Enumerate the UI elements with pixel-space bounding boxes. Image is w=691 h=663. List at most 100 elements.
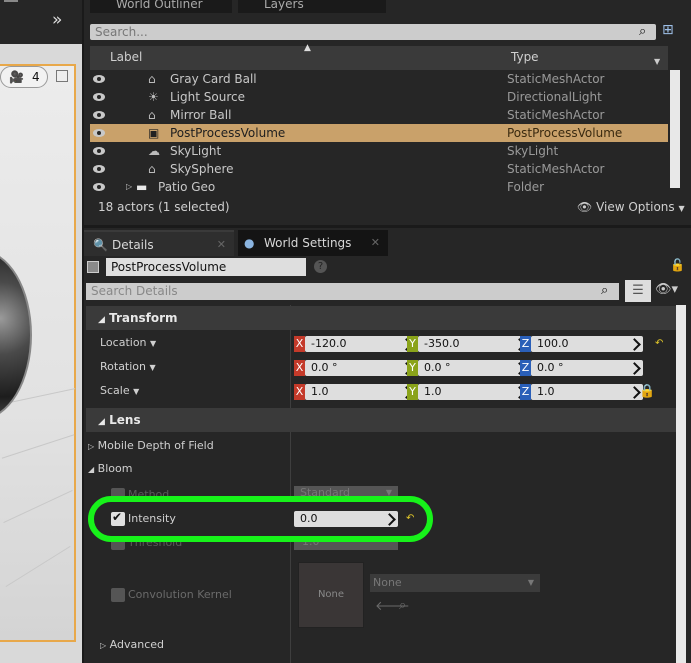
visibility-eye-icon[interactable] <box>93 183 105 191</box>
close-icon[interactable]: ✕ <box>371 230 380 256</box>
rotation-x-field[interactable]: 0.0 ° <box>305 360 415 376</box>
outliner-row[interactable]: ⌂ Mirror Ball StaticMeshActor <box>90 106 668 124</box>
axis-x-label: X <box>294 336 305 352</box>
outliner-row[interactable]: ⌂ Gray Card Ball StaticMeshActor <box>90 70 668 88</box>
outliner-row-type: StaticMeshActor <box>507 162 605 176</box>
sort-ascending-icon: ▲ <box>304 43 311 53</box>
static-mesh-icon: ⌂ <box>148 162 156 176</box>
visibility-eye-icon[interactable] <box>93 147 105 155</box>
tab-details[interactable]: 🔍 Details ✕ <box>84 230 234 256</box>
eye-icon[interactable]: 👁▾ <box>655 282 678 297</box>
intensity-override-checkbox[interactable] <box>111 510 125 526</box>
floor-grid-line <box>3 489 73 524</box>
expand-arrow-icon[interactable]: ▷ <box>126 178 132 196</box>
expand-arrow-icon: ▷ <box>88 442 95 451</box>
convolution-kernel-dropdown[interactable]: None ▼ <box>370 574 540 592</box>
mobile-depth-of-field-group[interactable]: ▷ Mobile Depth of Field <box>88 439 214 452</box>
outliner-scrollbar[interactable] <box>670 70 680 188</box>
level-viewport[interactable]: » 🎥 4 <box>0 0 82 663</box>
tab-world-outliner-label: World Outliner <box>116 0 203 11</box>
convolution-kernel-thumbnail[interactable]: None <box>298 562 364 628</box>
tab-world-outliner[interactable]: World Outliner <box>90 0 232 13</box>
outliner-row[interactable]: ☀ Light Source DirectionalLight <box>90 88 668 106</box>
post-process-volume-icon: ▣ <box>148 126 160 140</box>
outliner-row-type: PostProcessVolume <box>507 126 623 140</box>
outliner-row[interactable]: ▷ ▬ Patio Geo Folder <box>90 178 668 196</box>
tab-layers[interactable]: Layers <box>238 0 386 13</box>
scale-y-field[interactable]: 1.0 <box>418 384 528 400</box>
folder-icon: ▬ <box>136 180 148 194</box>
visibility-eye-icon[interactable] <box>93 93 105 101</box>
advanced-group[interactable]: ▷ Advanced <box>100 638 164 651</box>
static-mesh-icon: ⌂ <box>148 108 156 122</box>
lock-scale-icon[interactable]: 🔒 <box>639 384 655 399</box>
outliner-row-type: StaticMeshActor <box>507 108 605 122</box>
actor-class-icon <box>87 261 99 273</box>
column-dropdown-icon[interactable]: ▼ <box>654 57 660 66</box>
scale-label[interactable]: Scale ▼ <box>100 384 139 397</box>
tab-world-settings[interactable]: ● World Settings ✕ <box>238 230 388 256</box>
property-matrix-icon[interactable]: ☰ <box>625 280 651 302</box>
lens-section-header[interactable]: ◢ Lens <box>86 408 676 432</box>
rotation-y-field[interactable]: 0.0 ° <box>418 360 528 376</box>
close-icon[interactable]: ✕ <box>217 232 226 258</box>
browse-asset-search-icon[interactable]: ⌕ <box>399 598 406 613</box>
convolution-kernel-label: Convolution Kernel <box>128 588 232 601</box>
add-folder-icon[interactable]: ⊞ <box>662 22 674 38</box>
visibility-eye-icon[interactable] <box>93 165 105 173</box>
view-options-button[interactable]: 👁 View Options ▼ <box>577 200 685 214</box>
search-details-input[interactable]: Search Details <box>86 283 619 300</box>
outliner-row-type: SkyLight <box>507 144 559 158</box>
column-divider[interactable] <box>290 305 291 663</box>
chevron-down-icon: ▼ <box>527 578 534 587</box>
scale-z-field[interactable]: 1.0 <box>531 384 643 400</box>
expand-arrow-icon: ▷ <box>100 641 107 650</box>
convolution-kernel-override-checkbox[interactable] <box>111 588 125 602</box>
axis-y-label: Y <box>407 384 418 400</box>
location-y-field[interactable]: -350.0 <box>418 336 528 352</box>
search-icon: ⌕ <box>601 283 609 298</box>
intensity-field[interactable]: 0.0 <box>294 511 398 527</box>
outliner-row-type: DirectionalLight <box>507 90 602 104</box>
column-type-header[interactable]: Type <box>511 50 539 64</box>
location-label[interactable]: Location ▼ <box>100 336 156 349</box>
outliner-row[interactable]: ⌂ SkySphere StaticMeshActor <box>90 160 668 178</box>
scale-x-field[interactable]: 1.0 <box>305 384 415 400</box>
lens-title: Lens <box>109 413 141 427</box>
outliner-row[interactable]: ☁ SkyLight SkyLight <box>90 142 668 160</box>
location-z-field[interactable]: 100.0 <box>531 336 643 352</box>
visibility-eye-icon[interactable] <box>93 129 105 137</box>
column-label-header[interactable]: Label <box>110 50 142 64</box>
rotation-label[interactable]: Rotation ▼ <box>100 360 156 373</box>
details-scrollbar[interactable] <box>676 305 686 663</box>
axis-x-label: X <box>294 360 305 376</box>
reset-to-default-icon[interactable]: ↶ <box>406 513 414 524</box>
reset-to-default-icon[interactable]: ↶ <box>655 338 663 349</box>
location-x-field[interactable]: -120.0 <box>305 336 415 352</box>
maximize-viewport-icon[interactable] <box>56 70 68 82</box>
tab-details-label: Details <box>112 238 154 252</box>
help-icon[interactable]: ? <box>314 260 327 273</box>
advanced-label: Advanced <box>109 638 164 651</box>
visibility-eye-icon[interactable] <box>93 111 105 119</box>
bloom-group[interactable]: ◢ Bloom <box>88 462 132 475</box>
axis-z-label: Z <box>520 336 531 352</box>
visibility-eye-icon[interactable] <box>93 75 105 83</box>
rotation-z-field[interactable]: 0.0 ° <box>531 360 643 376</box>
actor-name-field[interactable]: PostProcessVolume <box>106 258 306 276</box>
outliner-row-label: Gray Card Ball <box>170 72 257 86</box>
location-label-text: Location <box>100 336 147 349</box>
transform-section-header[interactable]: ◢ Transform <box>86 306 676 330</box>
outliner-row[interactable]: ▣ PostProcessVolume PostProcessVolume <box>90 124 668 142</box>
bloom-label: Bloom <box>97 462 133 475</box>
camera-speed-button[interactable]: 🎥 4 <box>0 66 48 88</box>
expand-toolbar-chevron-icon[interactable]: » <box>52 10 62 30</box>
outliner-row-label: SkyLight <box>170 144 222 158</box>
tab-layers-label: Layers <box>264 0 304 11</box>
camera-speed-value: 4 <box>32 70 40 84</box>
outliner-column-header: Label ▲ Type ▼ <box>90 43 668 70</box>
outliner-search-input[interactable]: Search... <box>90 24 656 40</box>
lock-icon[interactable]: 🔓 <box>670 258 685 272</box>
axis-z-label: Z <box>520 384 531 400</box>
viewport-menu-edge <box>4 0 18 2</box>
